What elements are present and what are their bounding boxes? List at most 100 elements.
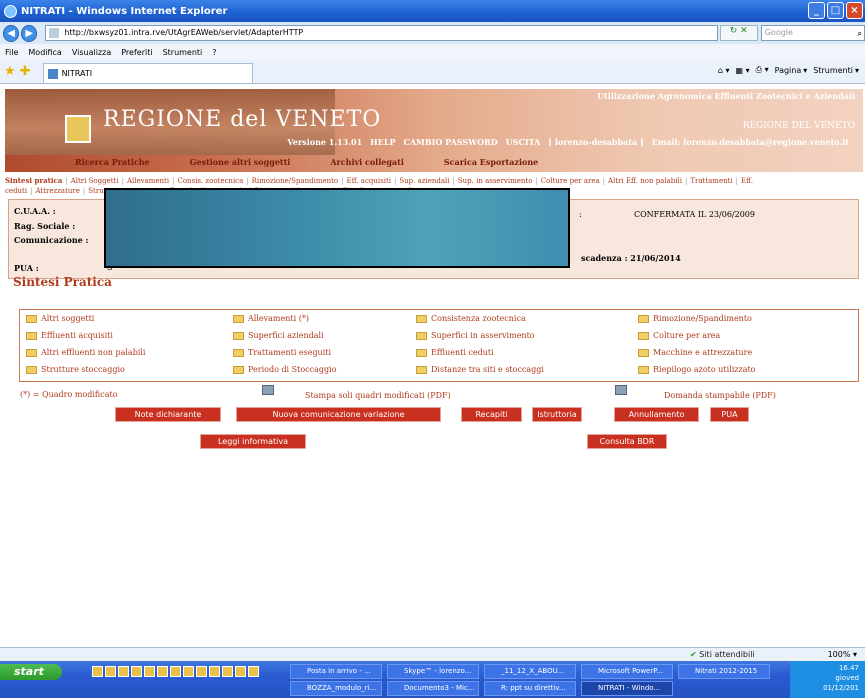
ql-icon-7[interactable]	[170, 666, 181, 677]
ql-icon-12[interactable]	[235, 666, 246, 677]
summary-link[interactable]: Superfici aziendali	[233, 331, 324, 340]
close-button[interactable]: ×	[846, 2, 863, 19]
ql-icon-10[interactable]	[209, 666, 220, 677]
taskbar-item-ie[interactable]: NITRATI - Windo...	[581, 681, 673, 696]
refresh-stop-buttons[interactable]: ↻ ✕	[719, 25, 758, 41]
zoom-control[interactable]: 100% ▾	[828, 650, 857, 659]
taskbar-item-posta[interactable]: Posta in arrivo - ...	[290, 664, 382, 679]
taskbar-item-folder[interactable]: _11_12_X_ABOU...	[484, 664, 576, 679]
section-title: Sintesi Pratica	[13, 275, 112, 289]
annullamento-button[interactable]: Annullamento	[614, 407, 699, 422]
tools-menu[interactable]: Strumenti ▾	[813, 65, 859, 75]
summary-link[interactable]: Consistenza zootecnica	[416, 314, 526, 323]
subnav-item[interactable]: Attrezzature	[35, 187, 79, 195]
subnav-item[interactable]: Sup. aziendali	[399, 177, 449, 185]
folder-icon	[26, 314, 37, 323]
ql-icon-8[interactable]	[183, 666, 194, 677]
summary-link[interactable]: Altri effluenti non palabili	[26, 348, 146, 357]
taskbar-item-bozza[interactable]: BOZZA_modulo_ri...	[290, 681, 382, 696]
summary-link[interactable]: Allevamenti (*)	[233, 314, 309, 323]
consulta-bdr-button[interactable]: Consulta BDR	[587, 434, 667, 449]
istruttoria-button[interactable]: Istruttoria	[532, 407, 582, 422]
ql-icon-6[interactable]	[157, 666, 168, 677]
add-favorite-icon[interactable]: ✚	[20, 64, 31, 79]
summary-link[interactable]: Altri soggetti	[26, 314, 94, 323]
ql-icon-9[interactable]	[196, 666, 207, 677]
ql-icon-4[interactable]	[131, 666, 142, 677]
search-input[interactable]: Google ⌕	[760, 25, 865, 41]
ql-icon-1[interactable]	[92, 666, 103, 677]
taskbar-item-powerpoint[interactable]: Microsoft PowerP...	[581, 664, 673, 679]
print-modified-link[interactable]	[262, 385, 274, 395]
ql-icon-13[interactable]	[248, 666, 259, 677]
page-menu[interactable]: Pagina ▾	[775, 65, 808, 75]
print-domanda-link[interactable]	[615, 385, 627, 395]
subnav-item[interactable]: Allevamenti	[127, 177, 169, 185]
menu-modifica[interactable]: Modifica	[28, 48, 61, 57]
start-button[interactable]: start	[0, 664, 62, 680]
menu-scarica-esportazione[interactable]: Scarica Esportazione	[444, 157, 538, 167]
taskbar-item-documento[interactable]: Documento3 - Mic...	[387, 681, 479, 696]
print-modified-label[interactable]: Stampa soli quadri modificati (PDF)	[305, 391, 451, 400]
menu-preferiti[interactable]: Preferiti	[121, 48, 152, 57]
recapiti-button[interactable]: Recapiti	[461, 407, 522, 422]
summary-link[interactable]: Rimozione/Spandimento	[638, 314, 752, 323]
version-label: Versione 1.13.01	[287, 137, 363, 147]
summary-link[interactable]: Periodo di Stoccaggio	[233, 365, 337, 374]
taskbar-item-ppt[interactable]: R: ppt su direttiv...	[484, 681, 576, 696]
summary-link[interactable]: Effluenti acquisiti	[26, 331, 113, 340]
address-input[interactable]: http://bxwsyz01.intra.rve/UtAgrEAWeb/ser…	[45, 25, 718, 41]
print-domanda-label[interactable]: Domanda stampabile (PDF)	[664, 391, 776, 400]
subnav-item[interactable]: Eff. acquisiti	[347, 177, 392, 185]
pua-button[interactable]: PUA	[710, 407, 749, 422]
forward-button[interactable]: ▶	[21, 24, 38, 42]
ql-icon-11[interactable]	[222, 666, 233, 677]
home-icon[interactable]: ⌂ ▾	[718, 65, 730, 75]
ql-icon-3[interactable]	[118, 666, 129, 677]
summary-link[interactable]: Distanze tra siti e stoccaggi	[416, 365, 544, 374]
taskbar-item-skype[interactable]: Skype™ - lorenzo...	[387, 664, 479, 679]
favorites-star-icon[interactable]: ★	[4, 64, 16, 79]
subnav-item[interactable]: Rimozione/Spandimento	[252, 177, 339, 185]
minimize-button[interactable]: _	[808, 2, 825, 19]
menu-archivi-collegati[interactable]: Archivi collegati	[330, 157, 404, 167]
change-password-link[interactable]: CAMBIO PASSWORD	[403, 137, 497, 147]
summary-link[interactable]: Colture per area	[638, 331, 720, 340]
subnav-separator: |	[30, 187, 33, 195]
exit-link[interactable]: USCITA	[506, 137, 541, 147]
menu-ricerca-pratiche[interactable]: Ricerca Pratiche	[75, 157, 150, 167]
subnav-item[interactable]: Sup. in asservimento	[458, 177, 533, 185]
comunicazione-label: Comunicazione :	[14, 235, 89, 245]
subnav-item[interactable]: Altri Soggetti	[71, 177, 119, 185]
note-dichiarante-button[interactable]: Note dichiarante	[115, 407, 221, 422]
subnav-item[interactable]: Colture per area	[541, 177, 600, 185]
subnav-item[interactable]: Altri Eff. non palabili	[608, 177, 682, 185]
ql-icon-2[interactable]	[105, 666, 116, 677]
menu-gestione-soggetti[interactable]: Gestione altri soggetti	[190, 157, 291, 167]
summary-link[interactable]: Trattamenti eseguiti	[233, 348, 331, 357]
menu-visualizza[interactable]: Visualizza	[72, 48, 111, 57]
menu-help[interactable]: ?	[212, 48, 216, 57]
search-icon[interactable]: ⌕	[858, 27, 862, 41]
summary-link[interactable]: Effluenti ceduti	[416, 348, 494, 357]
leggi-informativa-button[interactable]: Leggi informativa	[200, 434, 306, 449]
help-link[interactable]: HELP	[370, 137, 395, 147]
maximize-button[interactable]: □	[827, 2, 844, 19]
tab-nitrati[interactable]: NITRATI	[42, 63, 253, 83]
print-icon[interactable]: ⎙ ▾	[756, 65, 769, 75]
folder-icon	[416, 348, 427, 357]
summary-link[interactable]: Riepilogo azoto utilizzato	[638, 365, 756, 374]
ql-icon-5[interactable]	[144, 666, 155, 677]
summary-link[interactable]: Superfici in asservimento	[416, 331, 535, 340]
menu-strumenti[interactable]: Strumenti	[163, 48, 203, 57]
subnav-item[interactable]: Consis. zootecnica	[177, 177, 243, 185]
nuova-comunicazione-button[interactable]: Nuova comunicazione variazione	[236, 407, 441, 422]
summary-link[interactable]: Strutture stoccaggio	[26, 365, 125, 374]
back-button[interactable]: ◀	[3, 24, 20, 42]
summary-link[interactable]: Macchine e attrezzature	[638, 348, 752, 357]
menu-file[interactable]: File	[5, 48, 18, 57]
feeds-icon[interactable]: ▦ ▾	[736, 65, 750, 75]
taskbar-item-nitrati-folder[interactable]: Nitrati 2012-2015	[678, 664, 770, 679]
subnav-item[interactable]: Trattamenti	[690, 177, 732, 185]
subnav-item[interactable]: Sintesi pratica	[5, 176, 62, 185]
